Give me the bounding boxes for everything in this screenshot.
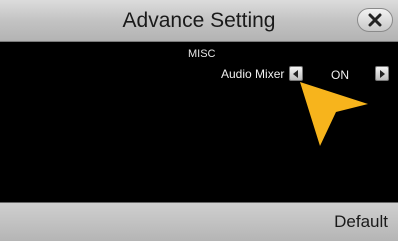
page-title: Advance Setting [122,9,276,32]
audio-mixer-next-button[interactable] [375,66,389,81]
left-margin [0,42,8,202]
title-bar: Advance Setting [0,0,398,42]
close-x-icon [368,13,382,27]
audio-mixer-label: Audio Mixer [221,67,285,81]
triangle-left-icon [293,69,298,78]
section-header-misc: MISC [188,48,216,60]
audio-mixer-prev-button[interactable] [289,66,303,81]
pointer-arrow-icon [300,82,368,146]
triangle-right-icon [380,69,385,78]
close-button[interactable] [357,8,393,32]
default-button[interactable]: Default [334,203,388,241]
footer-bar: Default [0,202,398,241]
